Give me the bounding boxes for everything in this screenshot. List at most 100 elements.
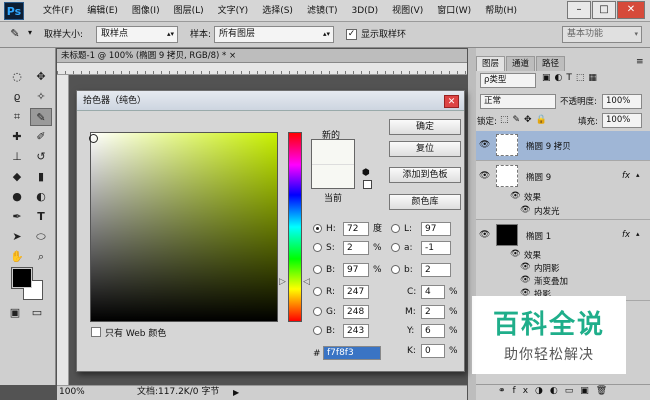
input-lightness[interactable]: 97	[421, 222, 451, 236]
color-field-cursor[interactable]	[89, 134, 98, 143]
path-selection-tool-icon[interactable]: ➤	[6, 228, 28, 246]
web-colors-checkbox[interactable]	[91, 327, 101, 337]
radio-b-lab[interactable]	[391, 265, 400, 274]
radio-saturation[interactable]	[313, 243, 322, 252]
type-tool-icon[interactable]: T	[30, 208, 52, 226]
hue-slider-right-arrow-icon[interactable]: ◁	[303, 277, 310, 287]
zoom-level[interactable]: 100%	[59, 386, 85, 399]
tab-layers[interactable]: 图层	[476, 56, 506, 71]
input-a[interactable]: -1	[421, 241, 451, 255]
out-of-gamut-cube-icon[interactable]: ⬢	[362, 168, 370, 178]
move-tool-icon[interactable]: ✥	[30, 68, 52, 86]
chevron-down-icon[interactable]: ▴	[636, 230, 640, 238]
chevron-down-icon[interactable]: ▴	[636, 171, 640, 179]
zoom-tool-icon[interactable]: ⌕	[30, 248, 52, 266]
radio-lightness[interactable]	[391, 224, 400, 233]
effects-eye-icon[interactable]: 👁	[510, 249, 521, 259]
effects-eye-icon[interactable]: 👁	[510, 191, 521, 201]
input-b-lab[interactable]: 2	[421, 263, 451, 277]
effect-eye-icon[interactable]: 👁	[520, 205, 531, 215]
document-tab[interactable]: 未标题-1 @ 100% (椭圆 9 拷贝, RGB/8) * ×	[57, 49, 467, 63]
input-saturation[interactable]: 2	[343, 241, 369, 255]
reset-button[interactable]: 复位	[389, 141, 461, 157]
layer-footer-icons[interactable]: ⚭fx◑◐▭▣🗑	[498, 386, 614, 396]
layer-filter-kind-select[interactable]: ρ类型	[480, 73, 536, 88]
eraser-tool-icon[interactable]: ◆	[6, 168, 28, 186]
layer-filter-icons[interactable]: ▣◐T⬚▦	[542, 73, 601, 83]
magic-wand-tool-icon[interactable]: ✧	[30, 88, 52, 106]
layer-row-ellipse1[interactable]: 👁 椭圆 1 fx ▴ 👁 效果 👁 内阴影 👁 渐变叠加 👁 投影	[476, 221, 650, 301]
hue-slider[interactable]	[288, 132, 302, 322]
input-green[interactable]: 248	[343, 305, 369, 319]
dodge-tool-icon[interactable]: ◐	[30, 188, 52, 206]
opacity-input[interactable]: 100%	[602, 94, 642, 109]
effect-eye-icon[interactable]: 👁	[520, 262, 531, 272]
sample-size-select[interactable]: 取样点 ▴▾	[96, 26, 178, 43]
maximize-button[interactable]: □	[592, 1, 616, 19]
menu-help[interactable]: 帮助(H)	[478, 0, 524, 22]
ok-button[interactable]: 确定	[389, 119, 461, 135]
tool-preset-chevron-icon[interactable]: ▾	[28, 28, 32, 37]
menu-view[interactable]: 视图(V)	[385, 0, 430, 22]
input-cyan[interactable]: 4	[421, 285, 445, 299]
menu-file[interactable]: 文件(F)	[36, 0, 80, 22]
radio-green[interactable]	[313, 307, 322, 316]
status-menu-arrow-icon[interactable]: ▶	[233, 386, 239, 399]
visibility-eye-icon[interactable]: 👁	[479, 230, 490, 240]
menu-image[interactable]: 图像(I)	[125, 0, 167, 22]
color-libraries-button[interactable]: 颜色库	[389, 194, 461, 210]
color-field[interactable]	[90, 132, 278, 322]
input-yellow[interactable]: 6	[421, 324, 445, 338]
add-to-swatches-button[interactable]: 添加到色板	[389, 167, 461, 183]
pen-tool-icon[interactable]: ✒	[6, 208, 28, 226]
layer-row-ellipse9[interactable]: 👁 椭圆 9 fx ▴ 👁 效果 👁 内发光	[476, 162, 650, 220]
lock-icons[interactable]: ⬚✎✥🔒	[500, 115, 551, 125]
tab-paths[interactable]: 路径	[536, 56, 566, 71]
menu-filter[interactable]: 滤镜(T)	[300, 0, 345, 22]
ellipse-tool-icon[interactable]: ⬭	[30, 228, 52, 246]
menu-select[interactable]: 选择(S)	[255, 0, 300, 22]
web-safe-square-icon[interactable]	[363, 180, 372, 189]
eyedropper-icon[interactable]: ✎	[6, 27, 24, 43]
blur-tool-icon[interactable]: ●	[6, 188, 28, 206]
fx-badge[interactable]: fx	[622, 171, 630, 181]
menu-layer[interactable]: 图层(L)	[167, 0, 211, 22]
radio-hue[interactable]	[313, 224, 322, 233]
fill-input[interactable]: 100%	[602, 113, 642, 128]
marquee-tool-icon[interactable]: ◌	[6, 68, 28, 86]
input-brightness[interactable]: 97	[343, 263, 369, 277]
menu-edit[interactable]: 编辑(E)	[80, 0, 125, 22]
panel-menu-icon[interactable]: ≡	[636, 57, 644, 67]
history-brush-tool-icon[interactable]: ↺	[30, 148, 52, 166]
visibility-eye-icon[interactable]: 👁	[479, 171, 490, 181]
current-color-swatch[interactable]	[312, 164, 354, 188]
fx-badge[interactable]: fx	[622, 230, 630, 240]
menu-3d[interactable]: 3D(D)	[344, 0, 385, 22]
radio-a[interactable]	[391, 243, 400, 252]
radio-brightness[interactable]	[313, 265, 322, 274]
dialog-titlebar[interactable]: 拾色器（纯色） ✕	[77, 91, 464, 111]
menu-type[interactable]: 文字(Y)	[211, 0, 256, 22]
gradient-tool-icon[interactable]: ▮	[30, 168, 52, 186]
hex-input[interactable]: f7f8f3	[323, 346, 381, 360]
input-blue[interactable]: 243	[343, 324, 369, 338]
quick-mask-icon[interactable]: ▣	[6, 304, 24, 322]
layer-row-ellipse9-copy[interactable]: 👁 椭圆 9 拷贝	[476, 131, 650, 161]
menu-window[interactable]: 窗口(W)	[430, 0, 478, 22]
radio-blue[interactable]	[313, 326, 322, 335]
healing-brush-tool-icon[interactable]: ✚	[6, 128, 28, 146]
input-hue[interactable]: 72	[343, 222, 369, 236]
close-window-button[interactable]: ✕	[617, 1, 645, 19]
screen-mode-icon[interactable]: ▭	[28, 304, 46, 322]
effect-eye-icon[interactable]: 👁	[520, 275, 531, 285]
input-black[interactable]: 0	[421, 344, 445, 358]
tab-channels[interactable]: 通道	[506, 56, 536, 71]
workspace-select[interactable]: 基本功能 ▾	[562, 26, 642, 43]
hand-tool-icon[interactable]: ✋	[6, 248, 28, 266]
input-red[interactable]: 247	[343, 285, 369, 299]
radio-red[interactable]	[313, 287, 322, 296]
close-icon[interactable]: ✕	[444, 95, 459, 108]
eyedropper-tool-icon[interactable]: ✎	[30, 108, 52, 126]
visibility-eye-icon[interactable]: 👁	[479, 140, 490, 150]
hue-slider-left-arrow-icon[interactable]: ▷	[279, 277, 286, 287]
